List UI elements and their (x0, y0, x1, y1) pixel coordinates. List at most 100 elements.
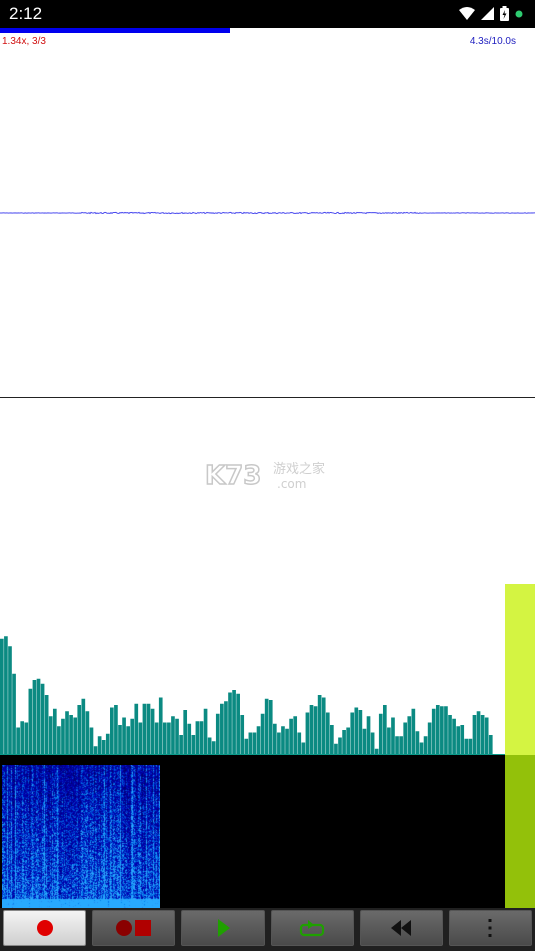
time-label: 4.3s/10.0s (469, 36, 516, 47)
spectrum-bar (232, 690, 236, 755)
svg-text:.com: .com (277, 477, 306, 491)
spectrum-bar (431, 708, 436, 755)
spectrum-bar (48, 716, 53, 755)
play-icon (217, 919, 230, 937)
spectrum-bar (105, 733, 110, 755)
spectrum-bar (378, 713, 383, 755)
spectrum-bar (224, 701, 228, 755)
spectrum-bar (179, 735, 183, 755)
spectrum-bar (248, 732, 253, 755)
spectrum-bar (154, 722, 159, 755)
spectrum-bar (195, 721, 200, 755)
spectrum-bar (97, 736, 102, 755)
spectrum-bar (309, 705, 314, 755)
spectrum-bar (171, 716, 175, 755)
spectrum-bar (423, 736, 428, 755)
spectrum-bar (167, 722, 171, 755)
spectrum-bar (220, 703, 224, 755)
spectrum-bar (40, 683, 45, 755)
spectrum-bar (391, 717, 395, 755)
spectrum-bar (122, 717, 126, 755)
record-stop-button[interactable] (92, 910, 176, 946)
spectrum-bar (484, 717, 489, 755)
frequency-spectrum (0, 636, 493, 755)
spectrogram (2, 765, 160, 908)
rewind-button[interactable] (359, 910, 443, 946)
spectrum-bar (338, 737, 342, 755)
loop-icon (299, 920, 325, 937)
spectrum-bar (134, 703, 139, 755)
notification-dot-icon (515, 10, 523, 17)
spectrum-bar (456, 726, 460, 755)
play-button[interactable] (181, 910, 265, 946)
spectrum-bar (321, 697, 326, 755)
spectrum-bar (146, 703, 151, 755)
spectrum-bar (114, 705, 118, 755)
spectrum-bar (452, 718, 456, 755)
spectrum-bar (370, 732, 375, 755)
menu-button[interactable] (448, 910, 533, 946)
spectrum-bar (12, 673, 16, 755)
spectrum-bar (387, 727, 391, 755)
spectrum-bar (61, 718, 65, 755)
spectrum-bar (260, 713, 265, 755)
spectrum-bar (158, 697, 163, 755)
spectrum-bar (444, 706, 448, 755)
spectrum-bar (199, 721, 204, 755)
spectrum-bar (24, 722, 29, 755)
spectrum-bar (0, 638, 4, 755)
spectrum-bar (207, 737, 212, 755)
spectrum-bar (281, 726, 285, 755)
spectrum-bar (240, 715, 245, 755)
spectrum-bar (488, 735, 493, 755)
spectrum-bar (89, 727, 94, 755)
spectrum-bar (460, 725, 465, 755)
spectrum-bar (264, 698, 269, 755)
spectrum-bar (211, 741, 216, 755)
spectrum-bar (138, 722, 143, 755)
spectrum-bar (472, 715, 477, 755)
spectrum-bar (77, 705, 82, 755)
record-button[interactable] (3, 910, 87, 946)
spectrum-bar (183, 710, 188, 755)
status-bar: 2:12 (0, 0, 535, 28)
speed-label: 1.34x, 3/3 (2, 36, 46, 47)
spectrum-bar (354, 707, 359, 755)
spectrum-bar (20, 721, 25, 755)
spectrum-bar (277, 732, 281, 755)
record-stop-icon (115, 920, 151, 936)
spectrum-bar (411, 708, 416, 755)
waveform-line (0, 211, 535, 215)
spectrum-bar (468, 738, 473, 755)
signal-icon (481, 7, 494, 20)
loop-button[interactable] (270, 910, 354, 946)
waveform-display[interactable] (0, 33, 535, 397)
spectrum-bar (293, 716, 298, 755)
spectrum-bar (142, 703, 147, 755)
spectrum-bar (126, 726, 130, 755)
spectrum-bar (244, 738, 249, 755)
spectrum-bar (330, 725, 334, 755)
svg-text:游戏之家: 游戏之家 (273, 461, 325, 477)
status-time: 2:12 (9, 4, 43, 23)
spectrum-bar (435, 705, 440, 755)
spectrum-bar (162, 722, 167, 755)
rewind-icon (391, 920, 412, 936)
spectrum-bar (358, 710, 363, 755)
spectrum-bar (4, 636, 8, 755)
spectrum-bar (480, 715, 485, 755)
level-meter-peak (505, 584, 535, 755)
spectrum-bar (187, 723, 192, 755)
spectrum-bar (215, 713, 220, 755)
spectrum-bar (16, 727, 20, 755)
spectrum-bar (44, 695, 49, 755)
more-vertical-icon (488, 919, 492, 937)
spectrum-bar (403, 722, 408, 755)
spectrum-bar (297, 732, 302, 755)
spectrum-bar (325, 712, 330, 755)
spectrum-bar (382, 705, 387, 755)
spectrum-bar (268, 700, 273, 755)
spectrum-bar (464, 738, 469, 755)
battery-icon (500, 6, 509, 21)
spectrum-bar (346, 727, 350, 755)
